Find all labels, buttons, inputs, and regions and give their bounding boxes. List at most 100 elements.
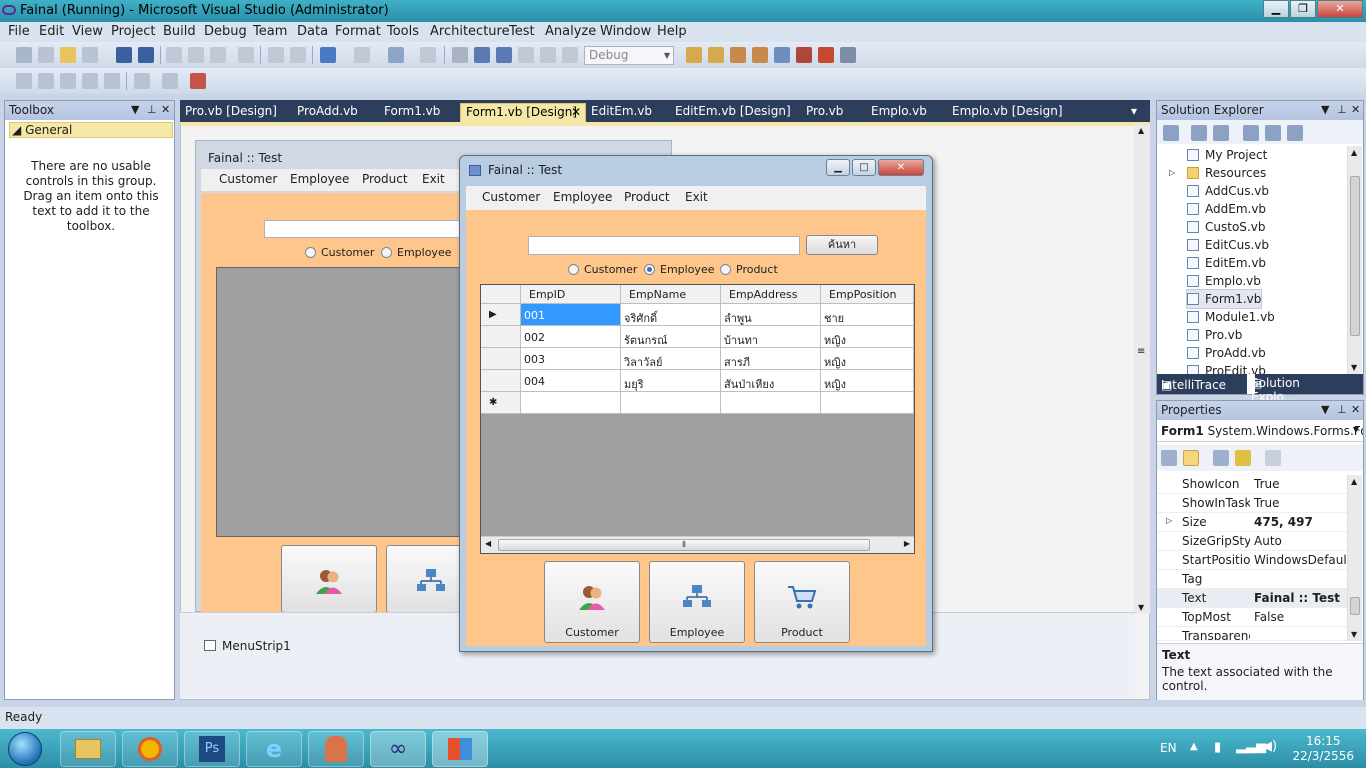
cell-empaddress[interactable]: ลำพูน [721, 304, 821, 326]
designer-radio-customer[interactable]: Customer [305, 246, 374, 259]
start-button-windows-icon[interactable] [8, 732, 42, 766]
employee-datagrid[interactable]: EmpID EmpName EmpAddress EmpPosition ▶ 0… [480, 284, 915, 554]
solution-item[interactable]: My Project [1187, 146, 1267, 164]
toolbox-icon[interactable] [774, 47, 790, 63]
search-input[interactable] [528, 236, 800, 255]
start-page-icon[interactable] [818, 47, 834, 63]
volume-icon[interactable]: ◀) [1262, 739, 1277, 754]
view-code-icon[interactable] [1243, 125, 1259, 141]
show-hidden-icons-icon[interactable]: ▲ [1190, 741, 1198, 752]
cell-empaddress[interactable]: สันป่าเหียง [721, 370, 821, 392]
menu-team[interactable]: Team [253, 24, 287, 39]
product-button[interactable]: Product [754, 561, 850, 643]
toolbox-group-general[interactable]: ◢ General [9, 122, 173, 138]
undo-icon[interactable] [320, 47, 336, 63]
running-close-button[interactable]: ✕ [878, 159, 924, 176]
solution-item[interactable]: ▷ Resources [1169, 164, 1266, 182]
taskbar-running-app[interactable] [432, 731, 488, 767]
close-icon[interactable]: ✕ [161, 103, 170, 116]
scroll-down-icon[interactable]: ▼ [1138, 603, 1144, 612]
row-header[interactable] [481, 370, 521, 392]
cell-empname[interactable]: รัตนกรณ์ [621, 326, 721, 348]
designer-radio-employee[interactable]: Employee [381, 246, 451, 259]
menu-view[interactable]: View [72, 24, 103, 39]
property-row[interactable]: ShowInTaskbTrue [1157, 494, 1347, 513]
solution-item[interactable]: AddCus.vb [1187, 182, 1269, 200]
break-all-icon[interactable] [474, 47, 490, 63]
solution-configuration-dropdown[interactable]: Debug ▼ [584, 46, 674, 65]
close-tab-icon[interactable]: ✕ [571, 105, 581, 119]
cell-empname[interactable]: จริศักดิ์ [621, 304, 721, 326]
categorized-icon[interactable] [1161, 450, 1177, 466]
tab-pro-design[interactable]: Pro.vb [Design] [180, 103, 277, 122]
taskbar-chrome[interactable] [122, 731, 178, 767]
menu-item-product[interactable]: Product [624, 190, 670, 204]
menu-item-customer[interactable]: Customer [482, 190, 540, 204]
close-icon[interactable]: ✕ [1351, 403, 1360, 416]
running-minimize-button[interactable]: ▁ [826, 159, 850, 176]
add-existing-icon[interactable] [82, 47, 98, 63]
properties-icon[interactable] [1163, 125, 1179, 141]
data-sources-icon[interactable] [162, 73, 178, 89]
show-all-files-icon[interactable] [1191, 125, 1207, 141]
customer-button[interactable]: Customer [544, 561, 640, 643]
cell-empid[interactable]: 003 [521, 348, 621, 370]
property-row[interactable]: ▷ Size 475, 497 [1157, 513, 1347, 532]
events-lightning-icon[interactable] [1235, 450, 1251, 466]
menu-debug[interactable]: Debug [204, 24, 247, 39]
add-data-source-icon[interactable] [190, 73, 206, 89]
copy-icon[interactable] [188, 47, 204, 63]
expand-triangle-icon[interactable]: ▷ [1169, 164, 1175, 182]
menu-tools[interactable]: Tools [387, 24, 419, 39]
cell-empid[interactable]: 002 [521, 326, 621, 348]
new-cell[interactable] [521, 392, 621, 414]
designer-menu-exit[interactable]: Exit [422, 172, 445, 186]
class-diagram-icon[interactable] [1287, 125, 1303, 141]
align-to-grid-icon[interactable] [16, 73, 32, 89]
running-maximize-button[interactable]: □ [852, 159, 876, 176]
radio-employee[interactable]: Employee [644, 263, 714, 276]
solution-item[interactable]: EditCus.vb [1187, 236, 1269, 254]
menu-build[interactable]: Build [163, 24, 196, 39]
zoom-icon[interactable] [134, 73, 150, 89]
designer-customer-button[interactable] [281, 545, 377, 613]
taskbar-photoshop[interactable]: Ps [184, 731, 240, 767]
solution-item-selected[interactable]: Form1.vb [1185, 289, 1263, 309]
designer-search-input[interactable] [264, 220, 464, 238]
tab-form1-design[interactable]: Form1.vb [Design] ✕ [460, 103, 586, 122]
tab-solution-explorer[interactable]: ▤ Solution Explo... [1247, 374, 1300, 404]
paste-icon[interactable] [210, 47, 226, 63]
cell-empposition[interactable]: หญิง [821, 348, 914, 370]
new-row[interactable]: ✱ [481, 392, 914, 414]
menu-window[interactable]: Window [600, 24, 651, 39]
comment-icon[interactable] [268, 47, 284, 63]
taskbar-explorer[interactable] [60, 731, 116, 767]
properties-window-icon[interactable] [730, 47, 746, 63]
solution-item[interactable]: ProEdit.vb [1187, 362, 1266, 374]
bring-to-front-icon[interactable] [60, 73, 76, 89]
menu-file[interactable]: File [8, 24, 30, 39]
tab-pro[interactable]: Pro.vb [801, 103, 843, 122]
language-indicator[interactable]: EN [1160, 741, 1177, 755]
solution-item[interactable]: AddEm.vb [1187, 200, 1266, 218]
table-row[interactable]: 002 รัตนกรณ์ บ้านทา หญิง [481, 326, 914, 348]
column-header-empaddress[interactable]: EmpAddress [721, 285, 821, 304]
solution-scrollbar[interactable]: ▲ ▼ [1347, 146, 1362, 374]
employee-button[interactable]: Employee [649, 561, 745, 643]
cell-empname[interactable]: มยุริ [621, 370, 721, 392]
table-row[interactable]: ▶ 001 จริศักดิ์ ลำพูน ชาย [481, 304, 914, 326]
menu-help[interactable]: Help [657, 24, 687, 39]
add-item-icon[interactable] [38, 47, 54, 63]
table-row[interactable]: 003 วิลาวัลย์ สารภี หญิง [481, 348, 914, 370]
tab-emplo-design[interactable]: Emplo.vb [Design] [947, 103, 1063, 122]
alphabetical-icon[interactable] [1183, 450, 1199, 466]
search-button[interactable]: ค้นหา [806, 235, 878, 255]
taskbar-media-app[interactable] [308, 731, 364, 767]
solution-item[interactable]: EditEm.vb [1187, 254, 1266, 272]
navigate-backward-icon[interactable] [388, 47, 404, 63]
solution-explorer-icon[interactable] [708, 47, 724, 63]
uncomment-icon[interactable] [290, 47, 306, 63]
battery-icon[interactable]: ▮ [1214, 740, 1221, 755]
pane-dropdown-icon[interactable]: ▼ [131, 103, 139, 116]
menu-data[interactable]: Data [297, 24, 328, 39]
